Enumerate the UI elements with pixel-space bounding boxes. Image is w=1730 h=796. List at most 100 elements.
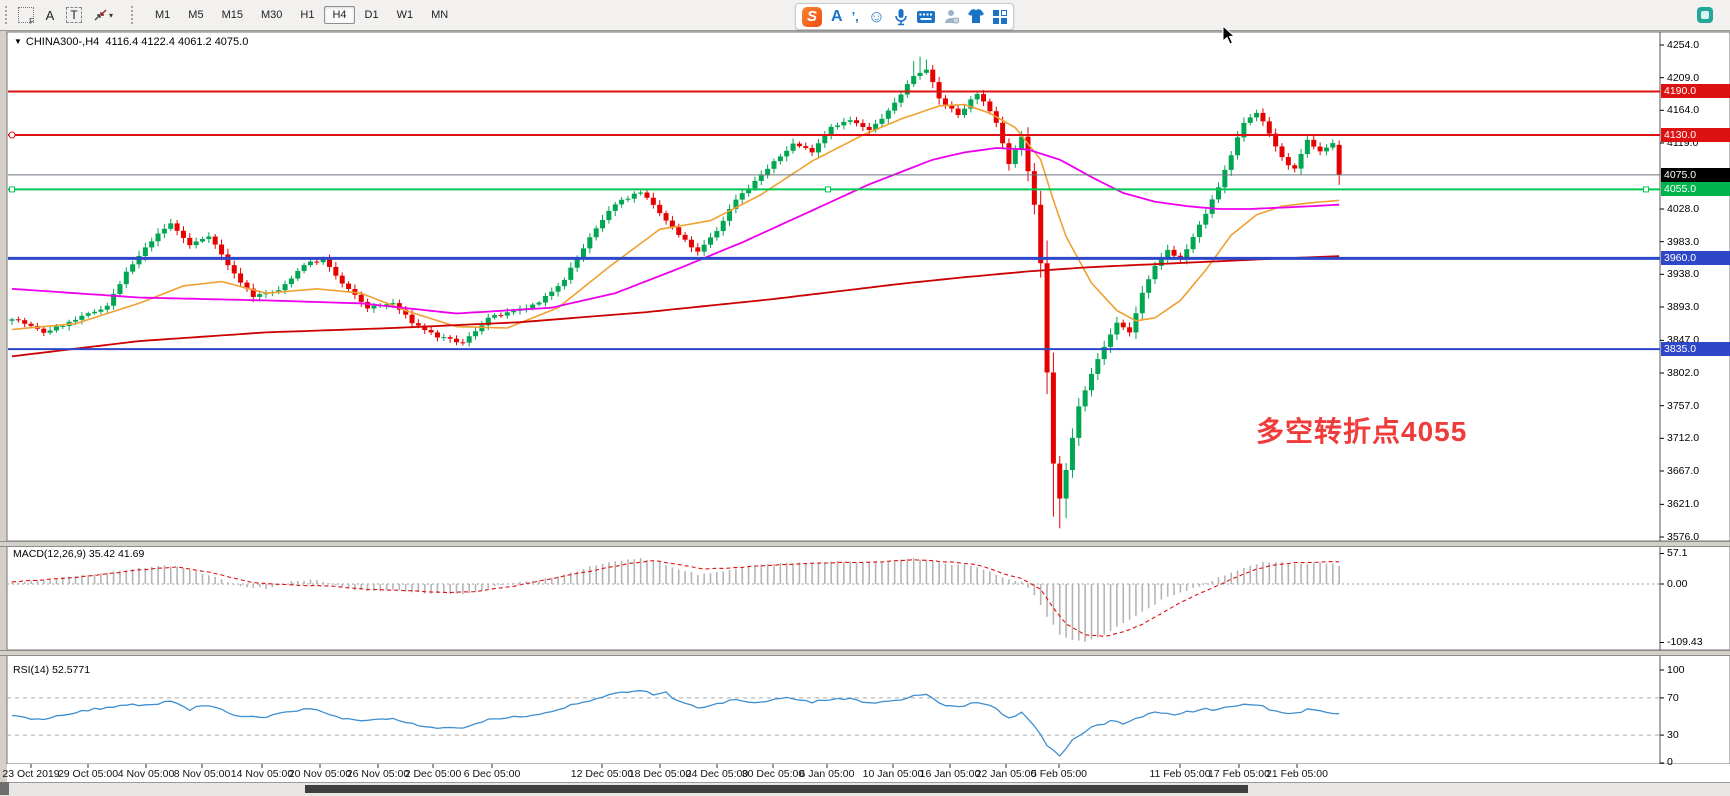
candle-body — [105, 306, 110, 310]
candle-body — [1267, 121, 1272, 133]
candle-body — [162, 229, 167, 234]
candle-body — [708, 237, 713, 244]
candle-body — [213, 237, 218, 245]
level-handle[interactable] — [10, 187, 15, 192]
candle-body — [187, 238, 192, 245]
candle-body — [1229, 155, 1234, 170]
chart-canvas[interactable] — [0, 0, 1730, 795]
candle-body — [848, 120, 853, 122]
level-handle[interactable] — [826, 187, 831, 192]
candle-body — [1337, 145, 1342, 175]
chart-title: ▼ CHINA300-,H4 4116.4 4122.4 4061.2 4075.… — [14, 36, 248, 48]
date-label: 10 Jan 05:00 — [863, 768, 924, 780]
candle-body — [1318, 147, 1323, 152]
candle-body — [613, 204, 618, 211]
candle-body — [1305, 140, 1310, 154]
candle-body — [1089, 374, 1094, 390]
candle-body — [1032, 171, 1037, 205]
candle-body — [778, 156, 783, 161]
candle-body — [784, 151, 789, 157]
date-label: 17 Feb 05:00 — [1208, 768, 1270, 780]
date-label: 20 Nov 05:00 — [289, 768, 351, 780]
candle-body — [346, 284, 351, 289]
candle-body — [740, 193, 745, 199]
macd-pane[interactable] — [7, 545, 1730, 650]
candle-body — [1070, 438, 1075, 470]
candle-body — [1197, 225, 1202, 237]
candle-body — [505, 312, 510, 315]
chart-scrollbar[interactable] — [0, 782, 1730, 796]
candle-body — [1203, 214, 1208, 225]
candle-body — [1121, 323, 1126, 328]
candle-body — [683, 235, 688, 240]
candle-body — [511, 311, 516, 312]
candle-body — [1235, 137, 1240, 155]
price-badge: 4190.0 — [1661, 84, 1730, 98]
ohlc-readout: 4116.4 4122.4 4061.2 4075.0 — [105, 36, 248, 48]
scrollbar-thumb[interactable] — [305, 785, 1248, 793]
candle-body — [1210, 199, 1215, 213]
level-handle[interactable] — [9, 132, 15, 138]
candle-body — [460, 342, 465, 343]
candle-body — [359, 295, 364, 302]
candle-body — [479, 325, 484, 331]
candle-body — [1076, 406, 1081, 437]
level-handle[interactable] — [1644, 187, 1649, 192]
candle-body — [1045, 263, 1050, 372]
candle-body — [92, 312, 97, 314]
candle-body — [841, 122, 846, 126]
candle-body — [79, 316, 84, 320]
candle-body — [822, 135, 827, 143]
rsi-tick-label: 100 — [1667, 664, 1685, 676]
candle-body — [232, 265, 237, 273]
candle-body — [1051, 372, 1056, 463]
date-label: 30 Dec 05:00 — [742, 768, 804, 780]
candle-body — [73, 320, 78, 322]
candle-body — [492, 315, 497, 318]
price-badge: 3835.0 — [1661, 342, 1730, 356]
candle-body — [1108, 334, 1113, 346]
candle-body — [1146, 279, 1151, 293]
pane-splitter[interactable] — [0, 650, 1730, 656]
candle-body — [1083, 390, 1088, 406]
date-label: 2 Dec 05:00 — [405, 768, 462, 780]
candle-body — [1292, 165, 1297, 168]
candle-body — [1095, 359, 1100, 374]
y-tick-label: 4164.0 — [1667, 104, 1699, 116]
candle-body — [1254, 113, 1259, 117]
candle-body — [962, 109, 967, 115]
date-label: 12 Dec 05:00 — [571, 768, 633, 780]
candle-body — [48, 331, 53, 333]
candle-body — [257, 294, 262, 297]
candle-body — [543, 296, 548, 303]
candle-body — [765, 169, 770, 176]
symbol-name: CHINA300-,H4 — [26, 36, 99, 48]
candle-body — [638, 193, 643, 194]
main-pane[interactable] — [7, 32, 1730, 541]
candle-body — [1260, 113, 1265, 121]
date-label: 5 Feb 05:00 — [1031, 768, 1087, 780]
candle-body — [956, 109, 961, 115]
rsi-tick-label: 30 — [1667, 729, 1679, 741]
candle-body — [29, 324, 34, 326]
candle-body — [365, 302, 370, 309]
date-label: 11 Feb 05:00 — [1149, 768, 1210, 780]
candle-body — [810, 148, 815, 152]
y-tick-label: 3983.0 — [1667, 236, 1699, 248]
price-badge: 4130.0 — [1661, 128, 1730, 142]
pane-splitter[interactable] — [0, 541, 1730, 547]
candle-body — [283, 284, 288, 290]
candle-body — [41, 329, 46, 333]
date-label: 26 Nov 05:00 — [347, 768, 409, 780]
candle-body — [702, 245, 707, 252]
symbol-dropdown-icon[interactable]: ▼ — [14, 37, 22, 46]
candle-body — [416, 323, 421, 325]
candle-body — [308, 262, 313, 265]
rsi-pane[interactable] — [7, 654, 1730, 764]
candle-body — [918, 73, 923, 76]
candle-body — [130, 264, 135, 271]
candle-body — [695, 247, 700, 251]
candle-body — [194, 241, 199, 245]
candle-body — [60, 326, 65, 327]
candle-body — [1286, 157, 1291, 165]
